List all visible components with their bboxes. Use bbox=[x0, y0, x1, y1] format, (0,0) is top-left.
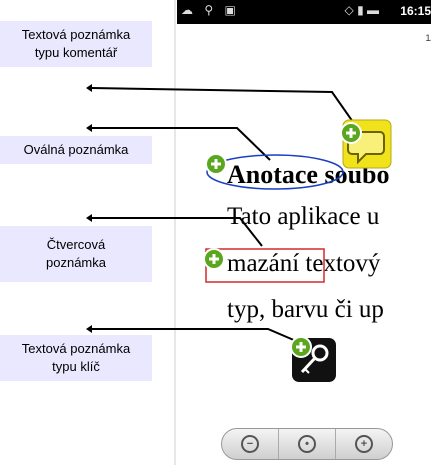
add-badge-comment-icon[interactable] bbox=[340, 122, 362, 144]
arrowhead-4 bbox=[86, 325, 92, 333]
connector-square-note bbox=[92, 217, 263, 247]
add-badge-square-icon[interactable] bbox=[203, 248, 225, 270]
add-badge-oval-icon[interactable] bbox=[205, 153, 227, 175]
arrowhead-3 bbox=[86, 214, 92, 222]
arrowhead-2 bbox=[86, 124, 92, 132]
connector-comment-note bbox=[91, 87, 361, 133]
arrowhead-1 bbox=[86, 84, 92, 92]
annotation-overlay bbox=[86, 0, 392, 465]
connector-key-note bbox=[92, 328, 304, 345]
oval-annotation[interactable] bbox=[206, 154, 344, 190]
connector-oval-note bbox=[92, 127, 271, 161]
add-badge-key-icon[interactable] bbox=[290, 336, 312, 358]
